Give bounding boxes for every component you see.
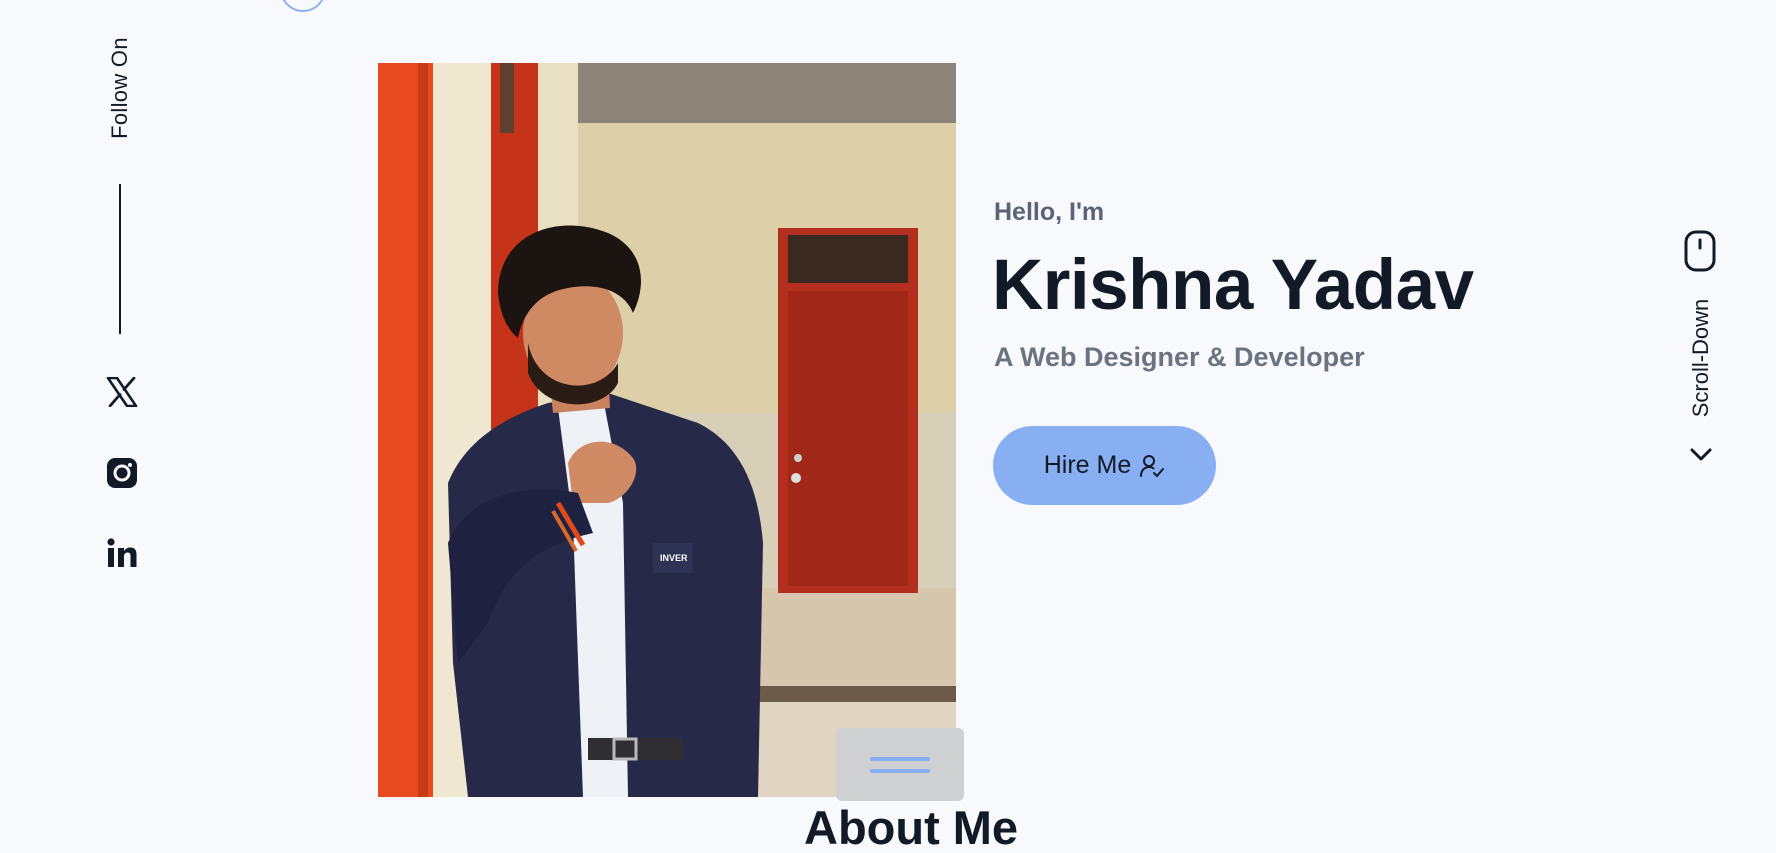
mouse-icon[interactable]: [1684, 230, 1716, 272]
hero-name-heading: Krishna Yadav: [992, 246, 1474, 325]
linkedin-social-link[interactable]: [104, 535, 140, 571]
linkedin-icon: [107, 538, 137, 567]
follow-on-label: Follow On: [107, 37, 132, 139]
hire-me-label: Hire Me: [1043, 451, 1132, 479]
portfolio-page: Follow On INVER Hello, I'm Krishna Yadav…: [0, 0, 1776, 853]
user-check-icon: [1140, 454, 1165, 477]
profile-photo: INVER: [378, 63, 956, 797]
x-icon: [106, 377, 138, 407]
menu-toggle-button[interactable]: [836, 728, 964, 801]
instagram-icon: [107, 458, 137, 488]
instagram-social-link[interactable]: [104, 455, 140, 491]
svg-text:INVER: INVER: [660, 553, 688, 563]
hero-greeting: Hello, I'm: [994, 198, 1105, 226]
hire-me-button[interactable]: Hire Me: [993, 426, 1216, 505]
hero-subtitle: A Web Designer & Developer: [994, 342, 1365, 372]
x-social-link[interactable]: [104, 374, 140, 410]
about-me-heading: About Me: [804, 801, 1019, 853]
hamburger-menu-icon: [870, 756, 930, 761]
hamburger-menu-icon: [870, 768, 930, 773]
top-decorative-circle: [280, 0, 326, 12]
follow-divider-line: [119, 184, 121, 334]
scroll-down-label[interactable]: Scroll-Down: [1688, 299, 1714, 418]
chevron-down-icon[interactable]: [1689, 446, 1713, 464]
